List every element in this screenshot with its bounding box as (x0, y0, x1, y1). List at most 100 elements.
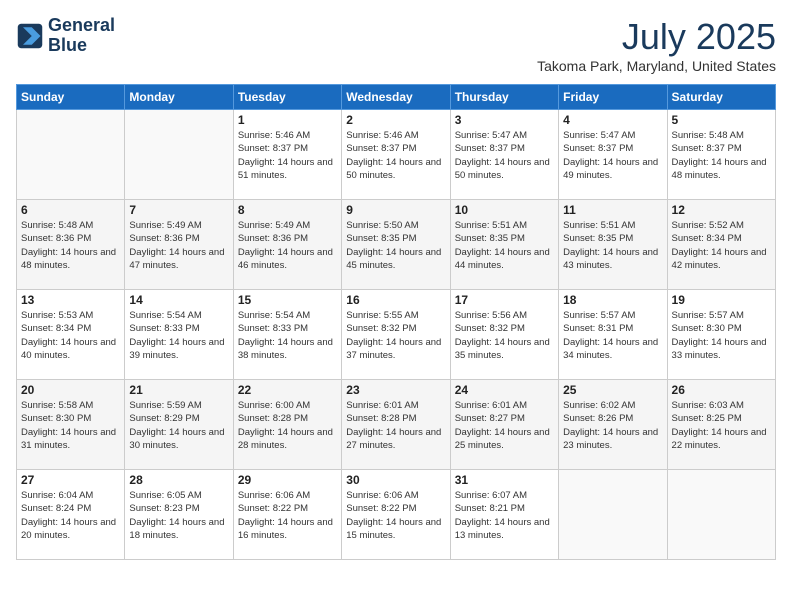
weekday-header-saturday: Saturday (667, 85, 775, 110)
day-info: Sunrise: 5:57 AMSunset: 8:30 PMDaylight:… (672, 309, 771, 362)
day-number: 28 (129, 473, 228, 487)
calendar-week-row: 27Sunrise: 6:04 AMSunset: 8:24 PMDayligh… (17, 470, 776, 560)
day-info: Sunrise: 5:47 AMSunset: 8:37 PMDaylight:… (455, 129, 554, 182)
day-number: 13 (21, 293, 120, 307)
day-info: Sunrise: 5:57 AMSunset: 8:31 PMDaylight:… (563, 309, 662, 362)
day-number: 17 (455, 293, 554, 307)
day-number: 5 (672, 113, 771, 127)
day-info: Sunrise: 5:46 AMSunset: 8:37 PMDaylight:… (346, 129, 445, 182)
calendar-cell: 9 Sunrise: 5:50 AMSunset: 8:35 PMDaylight… (342, 200, 450, 290)
day-number: 21 (129, 383, 228, 397)
day-info: Sunrise: 5:55 AMSunset: 8:32 PMDaylight:… (346, 309, 445, 362)
logo-text: General Blue (48, 16, 115, 56)
day-info: Sunrise: 5:46 AMSunset: 8:37 PMDaylight:… (238, 129, 337, 182)
day-info: Sunrise: 6:00 AMSunset: 8:28 PMDaylight:… (238, 399, 337, 452)
calendar-cell: 22 Sunrise: 6:00 AMSunset: 8:28 PMDayligh… (233, 380, 341, 470)
weekday-header-row: SundayMondayTuesdayWednesdayThursdayFrid… (17, 85, 776, 110)
calendar-cell: 6Sunrise: 5:48 AMSunset: 8:36 PMDaylight… (17, 200, 125, 290)
calendar-table: SundayMondayTuesdayWednesdayThursdayFrid… (16, 84, 776, 560)
calendar-cell: 25Sunrise: 6:02 AMSunset: 8:26 PMDayligh… (559, 380, 667, 470)
calendar-week-row: 13 Sunrise: 5:53 AMSunset: 8:34 PMDayligh… (17, 290, 776, 380)
calendar-cell: 7 Sunrise: 5:49 AMSunset: 8:36 PMDaylight… (125, 200, 233, 290)
day-info: Sunrise: 5:48 AMSunset: 8:37 PMDaylight:… (672, 129, 771, 182)
calendar-cell: 18 Sunrise: 5:57 AMSunset: 8:31 PMDayligh… (559, 290, 667, 380)
calendar-cell: 8Sunrise: 5:49 AMSunset: 8:36 PMDaylight… (233, 200, 341, 290)
calendar-cell: 29 Sunrise: 6:06 AMSunset: 8:22 PMDayligh… (233, 470, 341, 560)
day-number: 12 (672, 203, 771, 217)
day-number: 4 (563, 113, 662, 127)
day-info: Sunrise: 5:54 AMSunset: 8:33 PMDaylight:… (129, 309, 228, 362)
calendar-cell: 24 Sunrise: 6:01 AMSunset: 8:27 PMDayligh… (450, 380, 558, 470)
calendar-cell: 19 Sunrise: 5:57 AMSunset: 8:30 PMDayligh… (667, 290, 775, 380)
month-year-title: July 2025 (537, 16, 776, 58)
page-header: General Blue July 2025 Takoma Park, Mary… (16, 16, 776, 74)
day-number: 27 (21, 473, 120, 487)
calendar-cell: 2Sunrise: 5:46 AMSunset: 8:37 PMDaylight… (342, 110, 450, 200)
logo-icon (16, 22, 44, 50)
day-info: Sunrise: 5:53 AMSunset: 8:34 PMDaylight:… (21, 309, 120, 362)
day-info: Sunrise: 6:07 AMSunset: 8:21 PMDaylight:… (455, 489, 554, 542)
day-info: Sunrise: 5:54 AMSunset: 8:33 PMDaylight:… (238, 309, 337, 362)
day-number: 30 (346, 473, 445, 487)
title-block: July 2025 Takoma Park, Maryland, United … (537, 16, 776, 74)
calendar-week-row: 20 Sunrise: 5:58 AMSunset: 8:30 PMDayligh… (17, 380, 776, 470)
day-info: Sunrise: 6:06 AMSunset: 8:22 PMDaylight:… (238, 489, 337, 542)
day-info: Sunrise: 5:51 AMSunset: 8:35 PMDaylight:… (563, 219, 662, 272)
day-info: Sunrise: 6:01 AMSunset: 8:27 PMDaylight:… (455, 399, 554, 452)
day-number: 14 (129, 293, 228, 307)
day-number: 23 (346, 383, 445, 397)
day-number: 7 (129, 203, 228, 217)
day-number: 31 (455, 473, 554, 487)
calendar-cell: 27Sunrise: 6:04 AMSunset: 8:24 PMDayligh… (17, 470, 125, 560)
day-info: Sunrise: 5:58 AMSunset: 8:30 PMDaylight:… (21, 399, 120, 452)
day-number: 9 (346, 203, 445, 217)
calendar-cell (667, 470, 775, 560)
weekday-header-wednesday: Wednesday (342, 85, 450, 110)
calendar-cell: 26 Sunrise: 6:03 AMSunset: 8:25 PMDayligh… (667, 380, 775, 470)
day-number: 16 (346, 293, 445, 307)
day-number: 22 (238, 383, 337, 397)
calendar-cell: 12 Sunrise: 5:52 AMSunset: 8:34 PMDayligh… (667, 200, 775, 290)
calendar-cell: 16 Sunrise: 5:55 AMSunset: 8:32 PMDayligh… (342, 290, 450, 380)
day-info: Sunrise: 6:01 AMSunset: 8:28 PMDaylight:… (346, 399, 445, 452)
day-number: 18 (563, 293, 662, 307)
calendar-cell: 17 Sunrise: 5:56 AMSunset: 8:32 PMDayligh… (450, 290, 558, 380)
day-number: 19 (672, 293, 771, 307)
calendar-cell: 5 Sunrise: 5:48 AMSunset: 8:37 PMDaylight… (667, 110, 775, 200)
day-info: Sunrise: 6:03 AMSunset: 8:25 PMDaylight:… (672, 399, 771, 452)
day-info: Sunrise: 5:50 AMSunset: 8:35 PMDaylight:… (346, 219, 445, 272)
calendar-cell: 11 Sunrise: 5:51 AMSunset: 8:35 PMDayligh… (559, 200, 667, 290)
day-info: Sunrise: 6:06 AMSunset: 8:22 PMDaylight:… (346, 489, 445, 542)
calendar-cell: 4Sunrise: 5:47 AMSunset: 8:37 PMDaylight… (559, 110, 667, 200)
calendar-cell: 14 Sunrise: 5:54 AMSunset: 8:33 PMDayligh… (125, 290, 233, 380)
calendar-cell: 23 Sunrise: 6:01 AMSunset: 8:28 PMDayligh… (342, 380, 450, 470)
calendar-cell: 31 Sunrise: 6:07 AMSunset: 8:21 PMDayligh… (450, 470, 558, 560)
day-number: 20 (21, 383, 120, 397)
calendar-cell (17, 110, 125, 200)
weekday-header-thursday: Thursday (450, 85, 558, 110)
day-info: Sunrise: 5:49 AMSunset: 8:36 PMDaylight:… (129, 219, 228, 272)
weekday-header-sunday: Sunday (17, 85, 125, 110)
calendar-cell: 20 Sunrise: 5:58 AMSunset: 8:30 PMDayligh… (17, 380, 125, 470)
day-info: Sunrise: 5:56 AMSunset: 8:32 PMDaylight:… (455, 309, 554, 362)
weekday-header-monday: Monday (125, 85, 233, 110)
weekday-header-friday: Friday (559, 85, 667, 110)
day-info: Sunrise: 5:52 AMSunset: 8:34 PMDaylight:… (672, 219, 771, 272)
day-number: 1 (238, 113, 337, 127)
day-number: 29 (238, 473, 337, 487)
calendar-cell: 30 Sunrise: 6:06 AMSunset: 8:22 PMDayligh… (342, 470, 450, 560)
day-number: 8 (238, 203, 337, 217)
calendar-cell: 21 Sunrise: 5:59 AMSunset: 8:29 PMDayligh… (125, 380, 233, 470)
calendar-cell (125, 110, 233, 200)
calendar-week-row: 6Sunrise: 5:48 AMSunset: 8:36 PMDaylight… (17, 200, 776, 290)
day-number: 26 (672, 383, 771, 397)
day-number: 24 (455, 383, 554, 397)
day-info: Sunrise: 6:02 AMSunset: 8:26 PMDaylight:… (563, 399, 662, 452)
calendar-cell: 13 Sunrise: 5:53 AMSunset: 8:34 PMDayligh… (17, 290, 125, 380)
weekday-header-tuesday: Tuesday (233, 85, 341, 110)
day-info: Sunrise: 5:59 AMSunset: 8:29 PMDaylight:… (129, 399, 228, 452)
day-number: 11 (563, 203, 662, 217)
calendar-cell: 28Sunrise: 6:05 AMSunset: 8:23 PMDayligh… (125, 470, 233, 560)
calendar-cell: 3 Sunrise: 5:47 AMSunset: 8:37 PMDaylight… (450, 110, 558, 200)
day-number: 3 (455, 113, 554, 127)
